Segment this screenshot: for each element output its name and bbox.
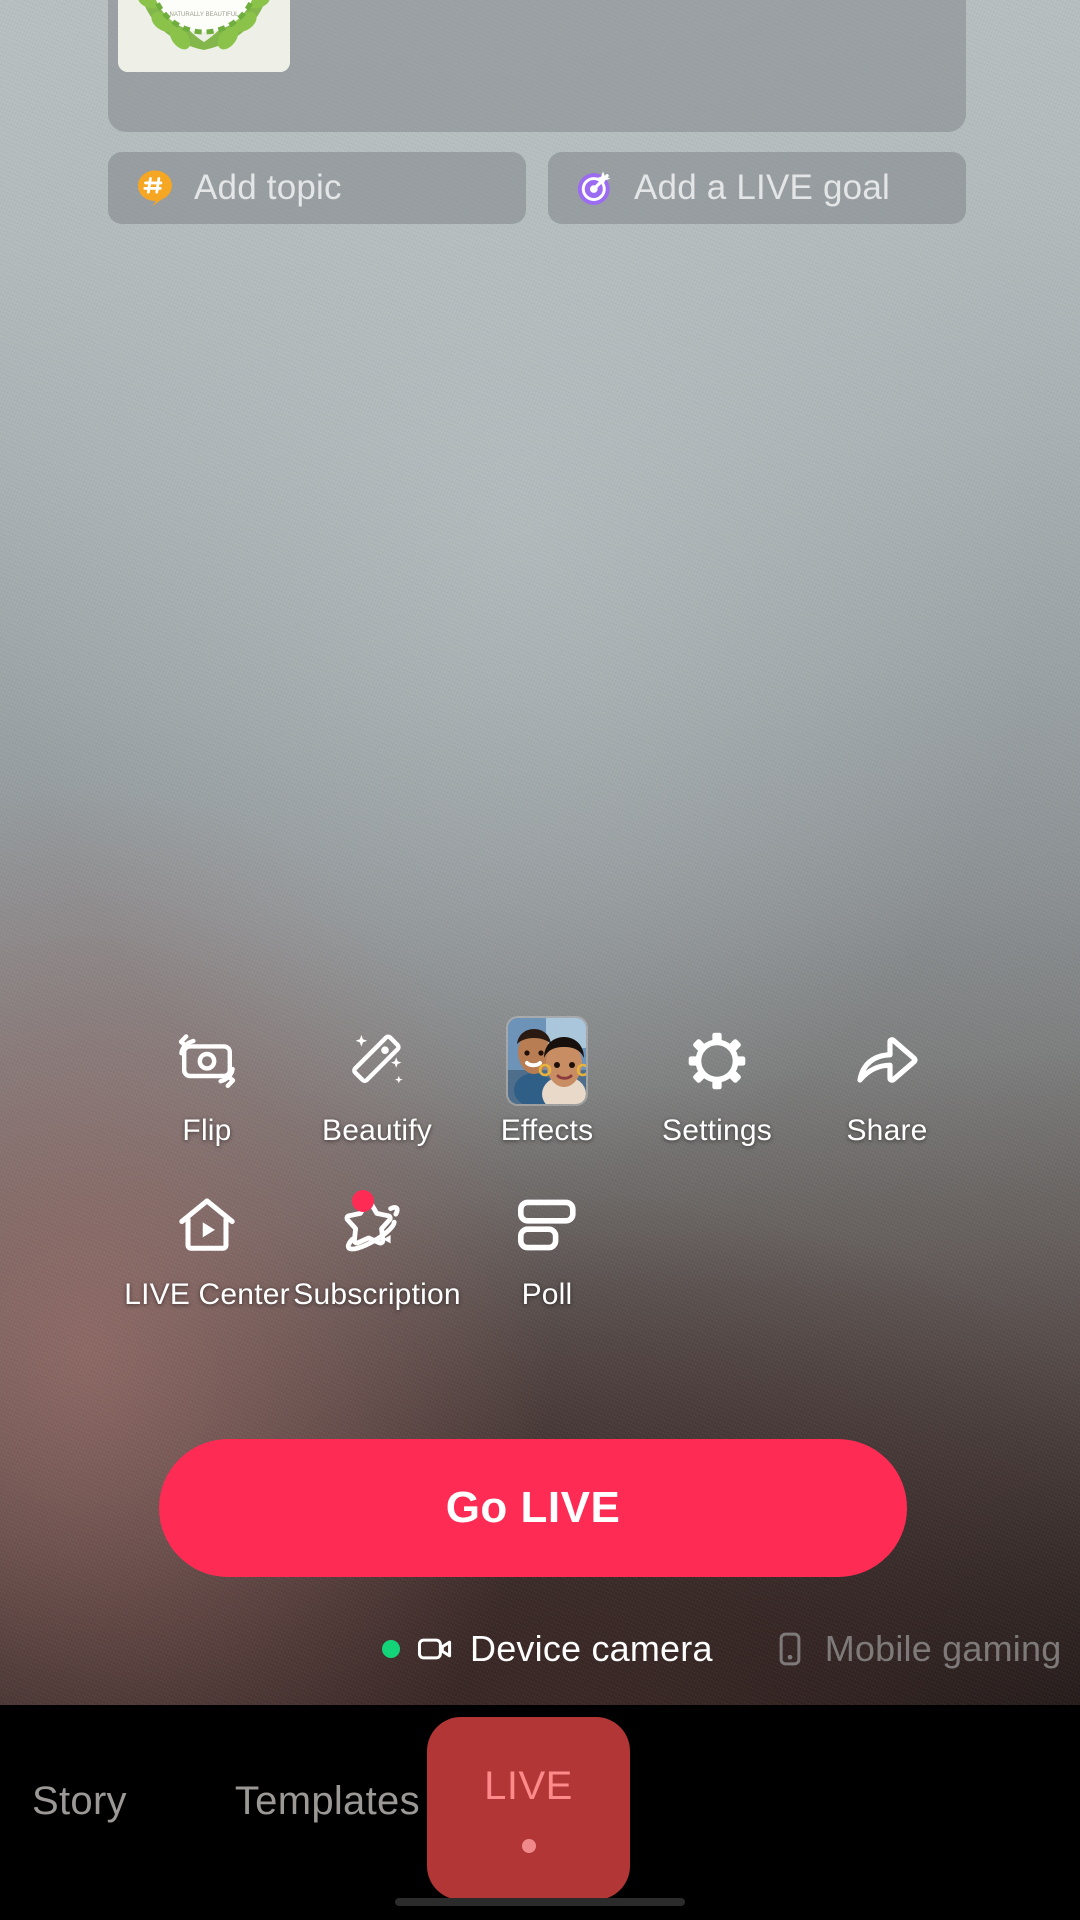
share-label: Share [846,1114,927,1148]
poll-bars-icon [516,1192,578,1258]
add-topic-button[interactable]: Add topic [108,152,526,224]
live-source-selector: Device camera Mobile gaming [0,1628,1080,1670]
live-setup-screen: BEAUTY & WELLNESS NATURALLY BEAUTIFUL Ch… [0,0,1080,1920]
poll-button[interactable]: Poll [462,1192,632,1312]
beautify-label: Beautify [322,1114,432,1148]
add-live-goal-label: Add a LIVE goal [634,168,890,208]
effects-button[interactable]: Effects [462,1028,632,1148]
mode-tabs: Story Templates LIVE [0,1717,1080,1885]
subscription-button[interactable]: Subscription [292,1192,462,1312]
flip-button[interactable]: Flip [122,1028,292,1148]
tab-live-indicator-dot [522,1839,536,1853]
hashtag-bubble-icon [134,167,176,209]
active-status-dot [382,1640,400,1658]
source-mobile-gaming[interactable]: Mobile gaming [771,1628,1062,1670]
svg-text:NATURALLY BEAUTIFUL: NATURALLY BEAUTIFUL [169,12,239,18]
video-camera-icon [416,1630,454,1668]
live-center-label: LIVE Center [124,1278,290,1312]
mobile-gaming-label: Mobile gaming [825,1628,1062,1670]
add-topic-label: Add topic [194,168,342,208]
settings-button[interactable]: Settings [632,1028,802,1148]
device-camera-label: Device camera [470,1628,713,1670]
poll-label: Poll [522,1278,573,1312]
beauty-and-wellness-laurel-logo: BEAUTY & WELLNESS NATURALLY BEAUTIFUL [118,0,290,72]
live-info-card[interactable]: BEAUTY & WELLNESS NATURALLY BEAUTIFUL Ch… [108,0,966,132]
subscription-label: Subscription [293,1278,461,1312]
tool-row-secondary: LIVE Center Subscription [0,1192,1080,1312]
avatar[interactable]: BEAUTY & WELLNESS NATURALLY BEAUTIFUL Ch… [118,0,290,72]
tool-row-primary: Flip Beautify [0,1028,1080,1148]
subscription-star-icon [344,1192,410,1258]
tab-story[interactable]: Story [32,1779,127,1824]
effects-label: Effects [501,1114,594,1148]
go-live-label: Go LIVE [446,1483,621,1533]
svg-text:WELLNESS: WELLNESS [162,0,245,3]
bottom-mode-tabbar: Story Templates LIVE [0,1705,1080,1920]
tab-live[interactable]: LIVE [427,1717,630,1900]
target-goal-icon [574,167,616,209]
settings-label: Settings [662,1114,772,1148]
effects-avatars-thumbnail [508,1028,586,1094]
tab-templates[interactable]: Templates [235,1779,420,1824]
go-live-button[interactable]: Go LIVE [159,1439,907,1577]
live-center-house-play-icon [176,1192,238,1258]
add-live-goal-button[interactable]: Add a LIVE goal [548,152,966,224]
flip-camera-icon [175,1028,239,1094]
home-indicator [395,1898,685,1906]
flip-label: Flip [182,1114,231,1148]
source-device-camera[interactable]: Device camera [382,1628,713,1670]
live-center-button[interactable]: LIVE Center [122,1192,292,1312]
tab-live-label: LIVE [484,1764,573,1809]
phone-icon [771,1630,809,1668]
quick-action-pills: Add topic Add a LIVE goal [108,152,966,224]
beautify-button[interactable]: Beautify [292,1028,462,1148]
magic-wand-icon [345,1028,409,1094]
share-button[interactable]: Share [802,1028,972,1148]
tool-grid: Flip Beautify [0,1028,1080,1312]
gear-icon [686,1028,748,1094]
subscription-badge-dot [352,1190,374,1212]
share-arrow-icon [854,1028,920,1094]
